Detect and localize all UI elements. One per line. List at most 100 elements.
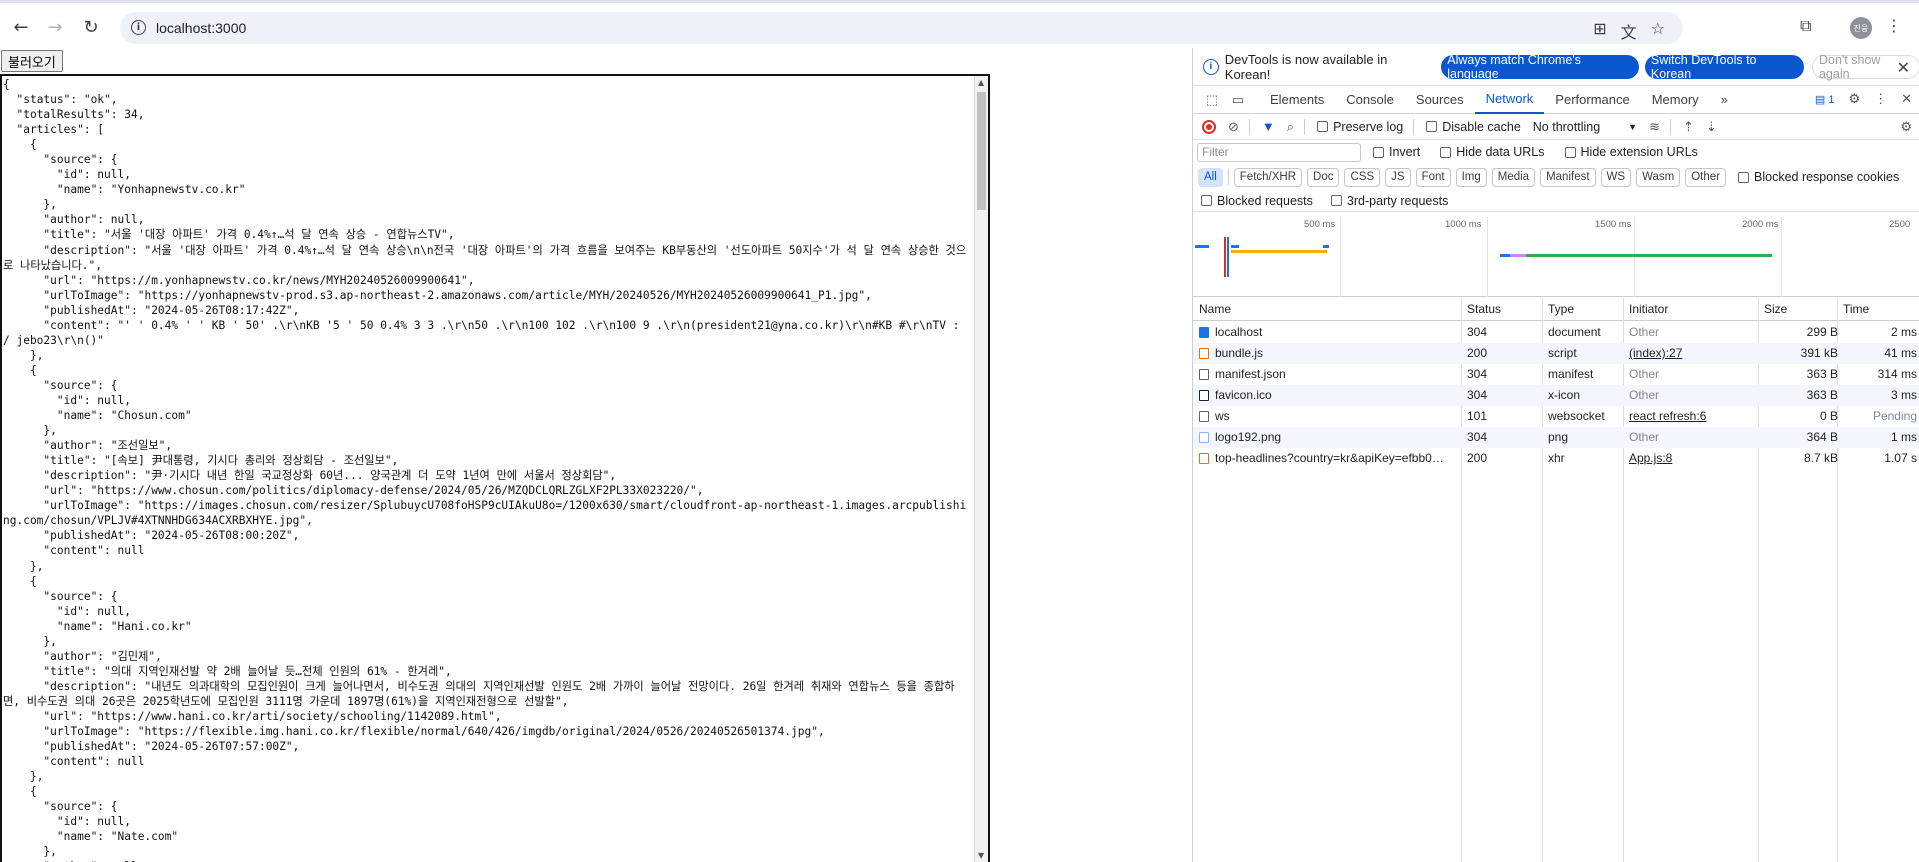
close-infobar-icon[interactable]: ✕ bbox=[1897, 58, 1910, 78]
table-row[interactable]: favicon.ico 304 x-icon Other 363 B 3 ms bbox=[1193, 385, 1919, 406]
chip-wasm[interactable]: Wasm bbox=[1636, 167, 1681, 187]
reload-icon[interactable]: ↻ bbox=[80, 16, 102, 38]
chip-manifest[interactable]: Manifest bbox=[1540, 167, 1596, 187]
table-row[interactable]: top-headlines?country=kr&apiKey=efbb0… 20… bbox=[1193, 448, 1919, 469]
request-initiator[interactable]: react refresh:6 bbox=[1629, 409, 1754, 423]
scroll-up-icon[interactable]: ▲ bbox=[978, 78, 984, 87]
switch-language-button[interactable]: Switch DevTools to Korean bbox=[1644, 53, 1804, 81]
network-overview-timeline[interactable]: 500 ms 1000 ms 1500 ms 2000 ms 2500 bbox=[1193, 217, 1919, 297]
issues-badge[interactable]: ▤ 1 bbox=[1815, 93, 1835, 106]
close-devtools-icon[interactable]: ✕ bbox=[1901, 91, 1912, 107]
chip-media[interactable]: Media bbox=[1491, 167, 1536, 187]
request-size: 8.7 kB bbox=[1803, 451, 1838, 465]
translate-icon[interactable]: 文 bbox=[1621, 19, 1637, 43]
request-name[interactable]: ws bbox=[1215, 409, 1459, 423]
filter-icon[interactable]: ▼ bbox=[1262, 119, 1275, 134]
back-icon[interactable]: ← bbox=[10, 16, 32, 38]
table-row[interactable]: manifest.json 304 manifest Other 363 B 314 ms bbox=[1193, 364, 1919, 385]
import-har-icon[interactable]: ⇡ bbox=[1683, 119, 1694, 135]
table-row[interactable]: localhost 304 document Other 299 B 2 ms bbox=[1193, 322, 1919, 343]
invert-checkbox[interactable]: Invert bbox=[1373, 145, 1420, 159]
table-row[interactable]: bundle.js 200 script (index):27 391 kB 41 ms bbox=[1193, 343, 1919, 364]
col-type[interactable]: Type bbox=[1548, 302, 1574, 316]
overview-tick-label: 500 ms bbox=[1304, 219, 1336, 230]
blocked-response-cookies-checkbox[interactable]: Blocked response cookies bbox=[1738, 170, 1899, 184]
tab-console[interactable]: Console bbox=[1335, 86, 1405, 114]
chip-img[interactable]: Img bbox=[1455, 167, 1487, 187]
scroll-down-icon[interactable]: ▼ bbox=[978, 851, 984, 860]
table-header: Name Status Type Initiator Size Time bbox=[1193, 298, 1919, 321]
table-row[interactable]: ws 101 websocket react refresh:6 0 B Pending bbox=[1193, 406, 1919, 427]
request-name[interactable]: localhost bbox=[1215, 325, 1459, 339]
scrollbar-thumb[interactable] bbox=[977, 92, 986, 210]
search-icon[interactable]: ⌕ bbox=[1287, 119, 1294, 135]
request-time: Pending bbox=[1872, 409, 1917, 423]
profile-avatar[interactable]: 진웅 bbox=[1850, 17, 1872, 39]
settings-gear-icon[interactable]: ⚙ bbox=[1848, 91, 1860, 107]
site-info-icon[interactable]: i bbox=[131, 20, 146, 35]
clear-icon[interactable]: ⊘ bbox=[1228, 119, 1239, 135]
chip-css[interactable]: CSS bbox=[1344, 167, 1381, 187]
request-name[interactable]: logo192.png bbox=[1215, 430, 1459, 444]
table-row[interactable]: logo192.png 304 png Other 364 B 1 ms bbox=[1193, 427, 1919, 448]
blocked-requests-checkbox[interactable]: Blocked requests bbox=[1201, 194, 1313, 208]
disable-cache-checkbox[interactable]: Disable cache bbox=[1426, 120, 1521, 134]
match-language-button[interactable]: Always match Chrome's language bbox=[1441, 53, 1639, 81]
col-initiator[interactable]: Initiator bbox=[1629, 302, 1668, 316]
third-party-requests-checkbox[interactable]: 3rd-party requests bbox=[1330, 194, 1448, 208]
more-tabs-icon[interactable]: » bbox=[1710, 86, 1739, 114]
forward-icon[interactable]: → bbox=[44, 16, 66, 38]
extensions-icon[interactable]: ⧉ bbox=[1800, 16, 1811, 36]
request-name[interactable]: top-headlines?country=kr&apiKey=efbb0… bbox=[1215, 451, 1459, 465]
col-status[interactable]: Status bbox=[1467, 302, 1501, 316]
request-time: 2 ms bbox=[1890, 325, 1917, 339]
col-time[interactable]: Time bbox=[1843, 302, 1869, 316]
throttling-select[interactable]: No throttling ▼ bbox=[1533, 120, 1637, 134]
request-name[interactable]: favicon.ico bbox=[1215, 388, 1459, 402]
request-initiator[interactable]: App.js:8 bbox=[1629, 451, 1754, 465]
request-name[interactable]: manifest.json bbox=[1215, 367, 1459, 381]
chrome-menu-icon[interactable]: ⋮ bbox=[1886, 16, 1902, 35]
hide-data-urls-checkbox[interactable]: Hide data URLs bbox=[1440, 145, 1545, 159]
request-type: script bbox=[1548, 346, 1577, 360]
request-name[interactable]: bundle.js bbox=[1215, 346, 1459, 360]
preserve-log-checkbox[interactable]: Preserve log bbox=[1317, 120, 1403, 134]
tab-performance[interactable]: Performance bbox=[1544, 86, 1640, 114]
page-viewport: 불러오기 { "status": "ok", "totalResults": 3… bbox=[0, 48, 1192, 862]
install-app-icon[interactable]: ⊞ bbox=[1593, 19, 1606, 43]
json-scrollbar[interactable]: ▲ ▼ bbox=[974, 76, 988, 862]
load-button[interactable]: 불러오기 bbox=[1, 50, 63, 72]
col-name[interactable]: Name bbox=[1199, 302, 1231, 316]
tab-elements[interactable]: Elements bbox=[1259, 86, 1335, 114]
json-output-text: { "status": "ok", "totalResults": 34, "a… bbox=[3, 78, 967, 862]
json-output-textarea[interactable]: { "status": "ok", "totalResults": 34, "a… bbox=[0, 74, 990, 862]
bookmark-star-icon[interactable]: ☆ bbox=[1651, 19, 1665, 43]
tab-memory[interactable]: Memory bbox=[1641, 86, 1710, 114]
inspect-element-icon[interactable]: ⬚ bbox=[1203, 92, 1221, 108]
chip-font[interactable]: Font bbox=[1415, 167, 1451, 187]
overview-bar bbox=[1231, 250, 1327, 253]
address-bar[interactable]: i localhost:3000 ⊞ 文 ☆ bbox=[120, 12, 1683, 44]
address-bar-url[interactable]: localhost:3000 bbox=[156, 20, 246, 36]
export-har-icon[interactable]: ⇣ bbox=[1706, 119, 1717, 135]
hide-extension-urls-checkbox[interactable]: Hide extension URLs bbox=[1564, 145, 1698, 159]
request-status: 304 bbox=[1467, 325, 1488, 339]
chip-fetch-xhr[interactable]: Fetch/XHR bbox=[1233, 167, 1303, 187]
chip-ws[interactable]: WS bbox=[1600, 167, 1632, 187]
tab-network[interactable]: Network bbox=[1474, 86, 1545, 114]
chip-js[interactable]: JS bbox=[1385, 167, 1411, 187]
col-size[interactable]: Size bbox=[1764, 302, 1787, 316]
devtools-menu-icon[interactable]: ⋮ bbox=[1874, 91, 1887, 107]
tab-sources[interactable]: Sources bbox=[1405, 86, 1475, 114]
network-conditions-icon[interactable]: ≋ bbox=[1649, 119, 1660, 135]
network-settings-icon[interactable]: ⚙ bbox=[1900, 119, 1912, 135]
chip-doc[interactable]: Doc bbox=[1307, 167, 1340, 187]
request-initiator[interactable]: (index):27 bbox=[1629, 346, 1754, 360]
record-icon[interactable] bbox=[1202, 119, 1216, 134]
chip-other[interactable]: Other bbox=[1685, 167, 1726, 187]
request-status: 304 bbox=[1467, 388, 1488, 402]
devtools-panel: i DevTools is now available in Korean! A… bbox=[1192, 48, 1919, 862]
filter-input[interactable]: Filter bbox=[1197, 142, 1361, 162]
device-toolbar-icon[interactable]: ▭ bbox=[1229, 92, 1247, 108]
chip-all[interactable]: All bbox=[1198, 167, 1223, 187]
